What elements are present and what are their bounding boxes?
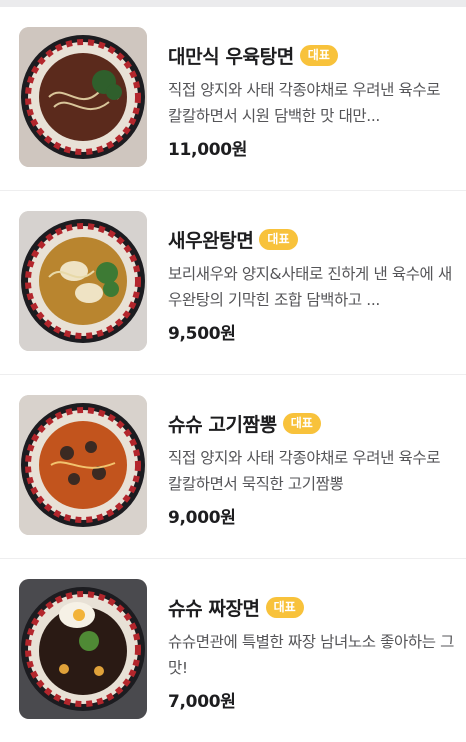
top-divider (0, 0, 466, 7)
menu-item[interactable]: 슈슈 고기짬뽕 대표 직접 양지와 사태 각종야채로 우려낸 육수로 칼칼하면서… (0, 374, 466, 558)
menu-item-price: 7,000원 (168, 692, 236, 712)
menu-item-photo (19, 395, 147, 535)
menu-item-description: 보리새우와 양지&사태로 진하게 낸 육수에 새우완탕의 기막힌 조합 담백하고… (168, 265, 452, 309)
menu-item[interactable]: 슈슈 짜장면 대표 슈슈면관에 특별한 짜장 남녀노소 좋아하는 그맛! 7,0… (0, 558, 466, 742)
noodle-bowl-illustration (19, 395, 147, 535)
menu-item-price: 11,000원 (168, 140, 248, 160)
signature-badge: 대표 (259, 228, 298, 250)
noodle-bowl-illustration (19, 579, 147, 719)
menu-item-price: 9,500원 (168, 324, 236, 344)
menu-item-name: 슈슈 짜장면 (168, 597, 260, 620)
menu-item-description: 슈슈면관에 특별한 짜장 남녀노소 좋아하는 그맛! (168, 633, 454, 677)
menu-item-photo (19, 579, 147, 719)
noodle-bowl-illustration (19, 27, 147, 167)
menu-item-name: 슈슈 고기짬뽕 (168, 413, 277, 436)
signature-badge: 대표 (299, 44, 338, 66)
menu-item-price: 9,000원 (168, 508, 236, 528)
menu-item-description: 직접 양지와 사태 각종야채로 우려낸 육수로 칼칼하면서 묵직한 고기짬뽕 (168, 449, 441, 493)
noodle-bowl-illustration (19, 211, 147, 351)
signature-badge: 대표 (282, 412, 321, 434)
menu-item-description: 직접 양지와 사태 각종야채로 우려낸 육수로 칼칼하면서 시원 담백한 맛 대… (168, 81, 441, 125)
signature-badge: 대표 (265, 596, 304, 618)
menu-item-photo (19, 211, 147, 351)
menu-item-name: 새우완탕면 (168, 229, 254, 252)
menu-item[interactable]: 새우완탕면 대표 보리새우와 양지&사태로 진하게 낸 육수에 새우완탕의 기막… (0, 190, 466, 374)
menu-item-photo (19, 27, 147, 167)
menu-item[interactable]: 대만식 우육탕면 대표 직접 양지와 사태 각종야채로 우려낸 육수로 칼칼하면… (0, 7, 466, 190)
menu-item-name: 대만식 우육탕면 (168, 45, 294, 68)
